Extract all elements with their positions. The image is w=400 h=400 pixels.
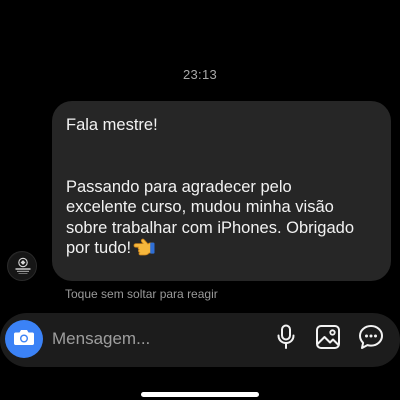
message-line: Passando para agradecer pelo xyxy=(66,177,292,196)
hand-pointing-left-emoji-icon xyxy=(133,238,155,262)
message-line-greeting: Fala mestre! xyxy=(66,116,158,134)
home-indicator[interactable] xyxy=(141,392,259,397)
message-bubble[interactable]: Fala mestre! Passando para agradecer pel… xyxy=(52,101,391,281)
microphone-icon xyxy=(275,324,297,355)
direct-message-screen: 23:13 Fala mestre! Passando para agradec… xyxy=(0,0,400,400)
sticker-icon xyxy=(358,324,384,355)
message-line-text: por tudo! xyxy=(66,239,132,257)
message-line-last: por tudo! xyxy=(66,238,377,262)
message-line: excelente curso, mudou minha visão xyxy=(66,198,334,216)
message-input[interactable] xyxy=(52,328,252,350)
gallery-button[interactable] xyxy=(312,323,344,355)
gallery-icon xyxy=(315,324,341,355)
message-paragraph-gap xyxy=(66,136,377,177)
message-line: sobre trabalhar com iPhones. Obrigado xyxy=(66,218,354,237)
camera-icon xyxy=(13,328,35,351)
sender-avatar[interactable] xyxy=(7,251,37,281)
camera-button[interactable] xyxy=(5,320,43,358)
reaction-hint: Toque sem soltar para reagir xyxy=(65,287,218,301)
message-timestamp: 23:13 xyxy=(182,67,218,82)
microphone-button[interactable] xyxy=(270,323,302,355)
sticker-button[interactable] xyxy=(355,323,387,355)
